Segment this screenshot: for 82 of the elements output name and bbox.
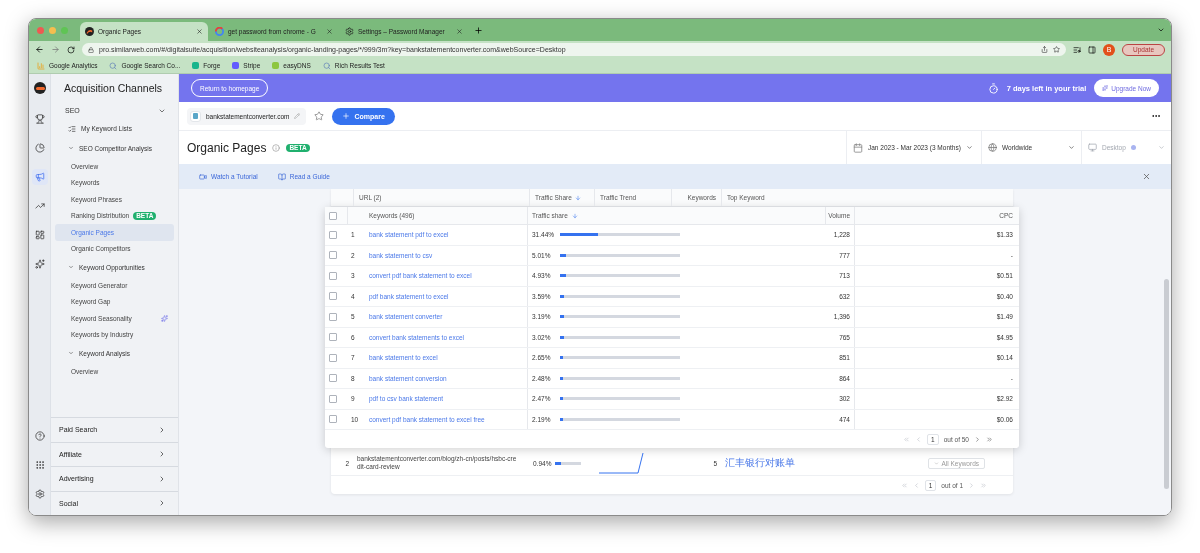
row-checkbox[interactable] xyxy=(329,271,337,280)
traffic-share-bar xyxy=(555,461,582,465)
share-icon[interactable] xyxy=(1041,46,1049,53)
list-icon xyxy=(68,124,76,133)
previous-page-icon[interactable] xyxy=(912,481,920,489)
search-icon xyxy=(322,61,331,70)
stripe-logo-icon xyxy=(232,62,240,69)
top-keyword-link[interactable]: 汇丰银行对账单 xyxy=(725,456,795,470)
row-checkbox[interactable] xyxy=(329,230,337,239)
book-icon xyxy=(277,172,286,181)
video-icon xyxy=(199,172,207,181)
select-all-checkbox[interactable] xyxy=(329,211,337,220)
row-checkbox[interactable] xyxy=(329,251,337,260)
edit-icon[interactable] xyxy=(294,113,301,119)
next-page-icon[interactable] xyxy=(968,481,975,489)
caret-icon xyxy=(1158,144,1165,151)
caret-icon xyxy=(965,144,973,151)
search-icon xyxy=(109,61,118,70)
row-checkbox[interactable] xyxy=(329,292,337,301)
last-page-icon[interactable] xyxy=(986,435,993,443)
page-title: Organic Pages xyxy=(187,140,267,155)
caret-icon xyxy=(1068,144,1075,151)
apps-grid-icon[interactable] xyxy=(34,460,45,470)
bookmark-star-icon[interactable] xyxy=(1053,46,1061,53)
reload-icon[interactable] xyxy=(67,45,75,54)
similarweb-logo-icon[interactable] xyxy=(33,82,46,94)
help-icon[interactable] xyxy=(34,431,45,441)
close-tab-icon[interactable] xyxy=(456,28,463,35)
chevron-right-icon xyxy=(158,450,166,459)
back-icon[interactable] xyxy=(35,45,44,54)
chevron-right-icon xyxy=(158,425,166,434)
favorite-star-icon[interactable] xyxy=(314,111,325,121)
previous-page-icon[interactable] xyxy=(915,435,923,443)
easydns-logo-icon xyxy=(272,62,280,69)
minimize-window-icon[interactable] xyxy=(49,26,56,34)
side-panel-icon[interactable] xyxy=(1088,45,1097,54)
timer-icon xyxy=(987,82,999,94)
first-page-icon[interactable] xyxy=(903,435,911,443)
calendar-icon xyxy=(853,142,863,153)
monitor-icon xyxy=(1088,143,1097,152)
status-dot-icon xyxy=(1130,145,1136,150)
plus-icon xyxy=(342,112,351,120)
info-icon[interactable] xyxy=(272,143,281,152)
traffic-trend-sparkline xyxy=(598,452,644,474)
chevron-down-icon xyxy=(934,460,940,466)
row-checkbox[interactable] xyxy=(329,333,337,342)
close-icon[interactable] xyxy=(1142,172,1151,181)
first-page-icon[interactable] xyxy=(900,481,908,489)
dashboard-icon[interactable] xyxy=(34,230,45,240)
pie-chart-icon[interactable] xyxy=(34,143,45,153)
bar-chart-icon xyxy=(37,61,45,70)
close-tab-icon[interactable] xyxy=(326,28,333,35)
row-checkbox[interactable] xyxy=(329,312,337,321)
chevron-right-icon xyxy=(158,474,166,483)
google-g-icon xyxy=(215,27,224,36)
reading-list-icon[interactable] xyxy=(1073,45,1082,54)
tab-list-icon[interactable] xyxy=(1157,26,1165,34)
row-checkbox[interactable] xyxy=(329,374,337,383)
trophy-icon[interactable] xyxy=(34,114,45,124)
next-page-icon[interactable] xyxy=(974,435,981,443)
scrollbar-thumb[interactable] xyxy=(1163,279,1169,489)
row-checkbox[interactable] xyxy=(329,415,337,424)
row-checkbox[interactable] xyxy=(329,353,337,362)
globe-icon xyxy=(988,143,997,152)
settings-icon xyxy=(345,27,354,36)
site-logo-icon xyxy=(85,27,94,36)
forge-logo-icon xyxy=(192,62,200,69)
settings-icon[interactable] xyxy=(34,489,45,499)
site-favicon-icon xyxy=(190,110,201,122)
megaphone-icon[interactable] xyxy=(34,172,45,182)
sparkle-icon[interactable] xyxy=(34,259,45,269)
sparkle-icon xyxy=(1102,85,1109,91)
forward-icon[interactable] xyxy=(51,45,60,54)
lock-icon xyxy=(88,46,94,53)
row-checkbox[interactable] xyxy=(329,394,337,403)
trend-line-icon[interactable] xyxy=(34,201,45,211)
sidebar-title: Acquisition Channels xyxy=(63,81,164,96)
new-tab-icon[interactable] xyxy=(474,25,483,35)
close-tab-icon[interactable] xyxy=(196,28,203,35)
close-window-icon[interactable] xyxy=(37,26,44,34)
last-page-icon[interactable] xyxy=(980,481,987,489)
chevron-right-icon xyxy=(158,499,166,508)
